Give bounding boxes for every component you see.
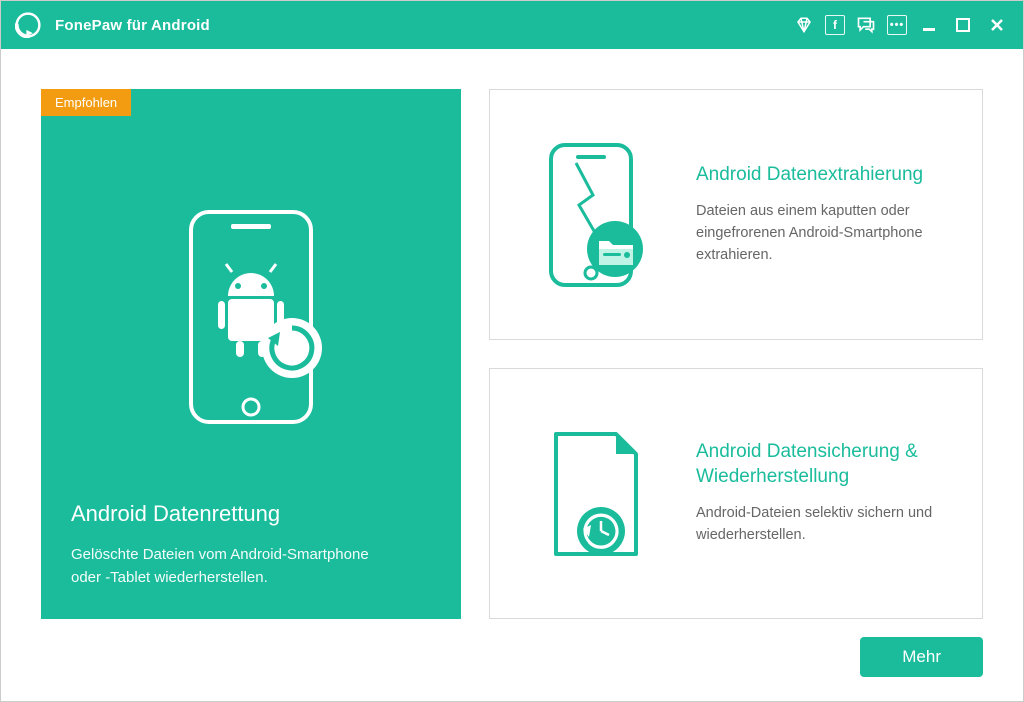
card-text: Android Datenextrahierung Dateien aus ei… (696, 163, 956, 267)
facebook-icon[interactable]: f (825, 15, 845, 35)
card-data-recovery[interactable]: Empfohlen (41, 89, 461, 619)
titlebar: FonePaw für Android f ••• (1, 1, 1023, 49)
card-title: Android Datenrettung (71, 501, 431, 527)
close-button[interactable] (985, 13, 1009, 37)
footer-row: Mehr (41, 637, 983, 677)
backup-document-icon (516, 414, 666, 574)
phone-restore-icon (71, 134, 431, 501)
card-desc: Dateien aus einem kaputten oder eingefro… (696, 201, 956, 266)
card-desc: Gelöschte Dateien vom Android-Smartphone… (71, 543, 391, 590)
more-menu-icon[interactable]: ••• (887, 15, 907, 35)
app-window: FonePaw für Android f ••• (0, 0, 1024, 702)
card-title: Android Datensicherung & Wiederherstellu… (696, 440, 956, 489)
titlebar-left: FonePaw für Android (15, 12, 210, 38)
cards-grid: Empfohlen (41, 89, 983, 619)
maximize-button[interactable] (951, 13, 975, 37)
content-area: Empfohlen (1, 49, 1023, 701)
feedback-icon[interactable] (855, 14, 877, 36)
app-logo-icon (15, 12, 41, 38)
card-text: Android Datensicherung & Wiederherstellu… (696, 440, 956, 547)
card-backup-restore[interactable]: Android Datensicherung & Wiederherstellu… (489, 368, 983, 619)
card-data-extraction[interactable]: Android Datenextrahierung Dateien aus ei… (489, 89, 983, 340)
diamond-icon[interactable] (793, 14, 815, 36)
card-desc: Android-Dateien selektiv sichern und wie… (696, 503, 956, 547)
minimize-button[interactable] (917, 13, 941, 37)
recommended-badge: Empfohlen (41, 89, 131, 116)
titlebar-right: f ••• (793, 13, 1009, 37)
card-title: Android Datenextrahierung (696, 163, 956, 188)
more-button[interactable]: Mehr (860, 637, 983, 677)
broken-phone-icon (516, 135, 666, 295)
app-title: FonePaw für Android (55, 17, 210, 34)
